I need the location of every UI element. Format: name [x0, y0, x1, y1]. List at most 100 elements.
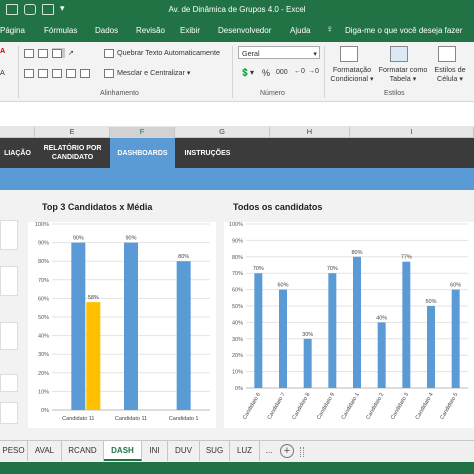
x-tick-label: Candidato 7 — [267, 392, 287, 421]
data-label: 90% — [73, 236, 84, 242]
align-middle-icon[interactable] — [38, 48, 51, 58]
sheet-tab-luz[interactable]: LUZ — [230, 441, 260, 461]
tab-splitter-handle[interactable] — [300, 447, 304, 457]
align-right-icon[interactable] — [52, 68, 65, 78]
cell-styles-button[interactable]: Estilos de Célula ▾ — [430, 65, 470, 83]
font-color-icon[interactable]: A — [0, 46, 5, 55]
data-label: 70% — [327, 266, 338, 272]
sheet-tab-dash[interactable]: DASH — [104, 441, 142, 461]
tab-page-layout[interactable]: Página — [0, 26, 25, 35]
y-tick-label: 20% — [232, 353, 243, 359]
sheet-tab-rcand[interactable]: RCAND — [62, 441, 104, 461]
bar — [303, 338, 312, 388]
y-tick-label: 10% — [38, 389, 49, 395]
y-tick-label: 0% — [41, 408, 49, 414]
sheet-tab-duv[interactable]: DUV — [168, 441, 200, 461]
group-alignment-label: Alinhamento — [100, 90, 139, 97]
window-title: Av. de Dinâmica de Grupos 4.0 - Excel — [168, 5, 306, 14]
bar — [451, 289, 460, 388]
align-bottom-icon[interactable] — [52, 48, 65, 58]
sheet-tab-peso[interactable]: PESO — [0, 441, 28, 461]
x-tick-label: Candidato 6 — [242, 392, 262, 421]
group-styles-label: Estilos — [384, 90, 405, 97]
data-label: 90% — [125, 236, 136, 242]
data-label: 60% — [277, 283, 288, 289]
conditional-formatting-button[interactable]: Formatação Condicional ▾ — [330, 65, 374, 83]
percent-button[interactable]: % — [262, 68, 270, 78]
x-tick-label: Candidato 1 — [341, 392, 361, 421]
column-header-partial[interactable] — [0, 127, 35, 138]
header-band — [0, 168, 474, 190]
number-format-select[interactable]: Geral ▾ — [238, 46, 320, 59]
title-bar: ▾ Av. de Dinâmica de Grupos 4.0 - Excel — [0, 0, 474, 20]
kpi-box — [0, 266, 18, 296]
y-tick-label: 60% — [232, 288, 243, 294]
tab-view[interactable]: Exibir — [180, 26, 200, 35]
y-tick-label: 80% — [38, 259, 49, 265]
data-label: 77% — [401, 255, 412, 261]
x-tick-label: Candidato 1 — [169, 416, 199, 422]
tab-developer[interactable]: Desenvolvedor — [218, 26, 271, 35]
sheet-tab-ini[interactable]: INI — [142, 441, 168, 461]
decrease-decimal-icon[interactable]: →0 — [308, 68, 319, 75]
ribbon: A A ↗ Quebrar Texto Automaticamente Mesc… — [0, 42, 474, 102]
increase-indent-icon[interactable] — [80, 68, 93, 78]
sheet-tab-sug[interactable]: SUG — [200, 441, 230, 461]
chart-title-top3: Top 3 Candidatos x Média — [42, 202, 153, 212]
sheet-tab-aval[interactable]: AVAL — [28, 441, 62, 461]
bar — [328, 273, 337, 388]
y-tick-label: 30% — [232, 337, 243, 343]
column-header-f[interactable]: F — [110, 127, 175, 138]
column-header-i[interactable]: I — [350, 127, 474, 138]
increase-decimal-icon[interactable]: ←0 — [294, 68, 305, 75]
merge-center-button[interactable]: Mesclar e Centralizar ▾ — [104, 68, 191, 78]
cell-styles-icon — [438, 46, 456, 62]
column-header-h[interactable]: H — [270, 127, 350, 138]
nav-relatorio-candidato[interactable]: RELATÓRIO POR CANDIDATO — [35, 138, 110, 168]
nav-avaliacao[interactable]: LIAÇÃO — [0, 138, 35, 168]
align-center-icon[interactable] — [38, 68, 51, 78]
column-header-g[interactable]: G — [175, 127, 270, 138]
data-label: 70% — [253, 266, 264, 272]
y-tick-label: 50% — [232, 304, 243, 310]
decrease-indent-icon[interactable] — [66, 68, 79, 78]
y-tick-label: 20% — [38, 371, 49, 377]
nav-instrucoes[interactable]: INSTRUÇÕES — [175, 138, 240, 168]
data-label: 50% — [425, 299, 436, 305]
column-header-e[interactable]: E — [35, 127, 110, 138]
kpi-box — [0, 374, 18, 392]
align-top-icon[interactable] — [24, 48, 37, 58]
wrap-text-icon — [104, 48, 114, 58]
y-tick-label: 90% — [232, 238, 243, 244]
align-left-icon[interactable] — [24, 68, 37, 78]
x-tick-label: Candidato 4 — [415, 392, 435, 421]
orientation-icon[interactable]: ↗ — [68, 48, 74, 57]
status-bar — [0, 462, 474, 474]
y-tick-label: 40% — [232, 320, 243, 326]
y-tick-label: 40% — [38, 334, 49, 340]
wrap-text-button[interactable]: Quebrar Texto Automaticamente — [104, 48, 220, 58]
search-input[interactable]: Diga-me o que você deseja fazer — [345, 26, 462, 35]
add-sheet-button[interactable]: + — [280, 444, 294, 458]
x-tick-label: Candidato 5 — [439, 392, 459, 421]
tab-help[interactable]: Ajuda — [290, 26, 310, 35]
font-size-icon[interactable]: A — [0, 68, 5, 77]
data-label: 30% — [302, 332, 313, 338]
nav-dashboards[interactable]: DASHBOARDS — [110, 138, 175, 168]
x-tick-label: Candidato 8 — [291, 392, 311, 421]
y-tick-label: 30% — [38, 352, 49, 358]
tab-formulas[interactable]: Fórmulas — [44, 26, 77, 35]
sheet-tabs-more[interactable]: ... — [260, 441, 278, 461]
kpi-box — [0, 402, 18, 424]
tab-review[interactable]: Revisão — [136, 26, 165, 35]
thousands-button[interactable]: 000 — [276, 69, 288, 76]
bar — [353, 256, 361, 388]
conditional-formatting-icon — [340, 46, 358, 62]
y-tick-label: 0% — [235, 386, 243, 392]
format-as-table-button[interactable]: Formatar como Tabela ▾ — [376, 65, 430, 83]
bar — [279, 289, 287, 388]
currency-icon[interactable]: 💲▾ — [240, 68, 254, 77]
chart-all-candidates: 0% 10% 20% 30% 40% 50% 60% 70% 80% 90% 100% 70% Cand… — [224, 222, 474, 428]
bar — [176, 261, 191, 410]
tab-data[interactable]: Dados — [95, 26, 118, 35]
